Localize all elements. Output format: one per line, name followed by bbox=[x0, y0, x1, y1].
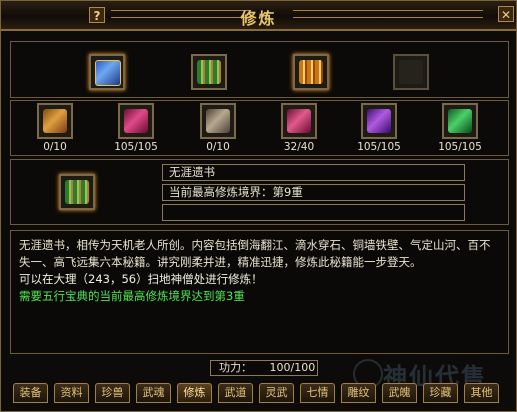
gray-scroll-icon bbox=[206, 109, 230, 133]
tab-cultivation[interactable]: 修炼 bbox=[177, 383, 212, 403]
selected-scroll-icon bbox=[65, 180, 89, 204]
scroll-count-4: 32/40 bbox=[283, 141, 315, 153]
title-bar[interactable]: ? 修炼 ✕ bbox=[1, 1, 516, 31]
scroll-count-3: 0/10 bbox=[206, 141, 230, 153]
gold-scroll-slot[interactable] bbox=[293, 54, 329, 90]
scroll-slot-1[interactable] bbox=[37, 103, 73, 139]
crimson-scroll-icon bbox=[124, 109, 148, 133]
description-box: 无涯遗书，相传为天机老人所创。内容包括倒海翻江、滴水穿石、铜墙铁壁、气定山河、百… bbox=[10, 230, 509, 354]
blue-book-icon bbox=[95, 60, 121, 86]
scroll-slot-3[interactable] bbox=[200, 103, 236, 139]
selected-item-slot[interactable] bbox=[59, 174, 95, 210]
close-button[interactable]: ✕ bbox=[498, 6, 514, 22]
green-scroll-icon bbox=[448, 109, 472, 133]
scroll-panel: 0/10 105/105 0/10 32/40 105/105 105/105 bbox=[10, 100, 509, 156]
selected-item-extra bbox=[162, 204, 465, 221]
green-scroll-icon bbox=[197, 60, 221, 84]
purple-scroll-icon bbox=[367, 109, 391, 133]
tab-profile[interactable]: 资料 bbox=[54, 383, 89, 403]
scroll-count-1: 0/10 bbox=[43, 141, 67, 153]
description-text: 无涯遗书，相传为天机老人所创。内容包括倒海翻江、滴水穿石、铜墙铁壁、气定山河、百… bbox=[19, 238, 491, 269]
scroll-slot-2[interactable] bbox=[118, 103, 154, 139]
tab-martial-soul[interactable]: 武魂 bbox=[136, 383, 171, 403]
power-label: 功力： bbox=[219, 361, 252, 374]
power-value: 100/100 bbox=[269, 361, 316, 374]
selected-item-name: 无涯遗书 bbox=[162, 164, 465, 181]
selected-item-realm: 当前最高修炼境界：第9重 bbox=[162, 184, 465, 201]
blue-book-slot[interactable] bbox=[89, 54, 125, 90]
gold-scroll-icon bbox=[299, 60, 323, 84]
green-scroll-slot[interactable] bbox=[191, 54, 227, 90]
title-ornament-right bbox=[293, 10, 483, 18]
scroll-count-5: 105/105 bbox=[357, 141, 401, 153]
tab-seven-emotions[interactable]: 七情 bbox=[300, 383, 335, 403]
tab-engraving[interactable]: 雕纹 bbox=[341, 383, 376, 403]
scroll-slot-6[interactable] bbox=[442, 103, 478, 139]
orange-scroll-icon bbox=[43, 109, 67, 133]
empty-slot-icon bbox=[399, 60, 423, 84]
tab-spirit-weapon[interactable]: 灵武 bbox=[259, 383, 294, 403]
tab-pets[interactable]: 珍兽 bbox=[95, 383, 130, 403]
tab-equipment[interactable]: 装备 bbox=[13, 383, 48, 403]
empty-item-slot[interactable] bbox=[393, 54, 429, 90]
training-location-text: 可以在大理（243，56）扫地神僧处进行修炼！ bbox=[19, 272, 263, 286]
pink-scroll-icon bbox=[287, 109, 311, 133]
scroll-count-6: 105/105 bbox=[438, 141, 482, 153]
tab-martial-spirit[interactable]: 武魄 bbox=[382, 383, 417, 403]
scroll-slot-5[interactable] bbox=[361, 103, 397, 139]
top-items-panel bbox=[10, 41, 509, 98]
scroll-count-2: 105/105 bbox=[114, 141, 158, 153]
tab-martial-way[interactable]: 武道 bbox=[218, 383, 253, 403]
tab-collection[interactable]: 珍藏 bbox=[423, 383, 458, 403]
power-display: 功力： 100/100 bbox=[210, 360, 318, 376]
requirement-text: 需要五行宝典的当前最高修炼境界达到第3重 bbox=[19, 289, 245, 303]
tab-other[interactable]: 其他 bbox=[464, 383, 499, 403]
cultivation-window: ? 修炼 ✕ 0/10 105/105 0/10 32/40 105/105 1… bbox=[0, 0, 517, 412]
scroll-slot-4[interactable] bbox=[281, 103, 317, 139]
